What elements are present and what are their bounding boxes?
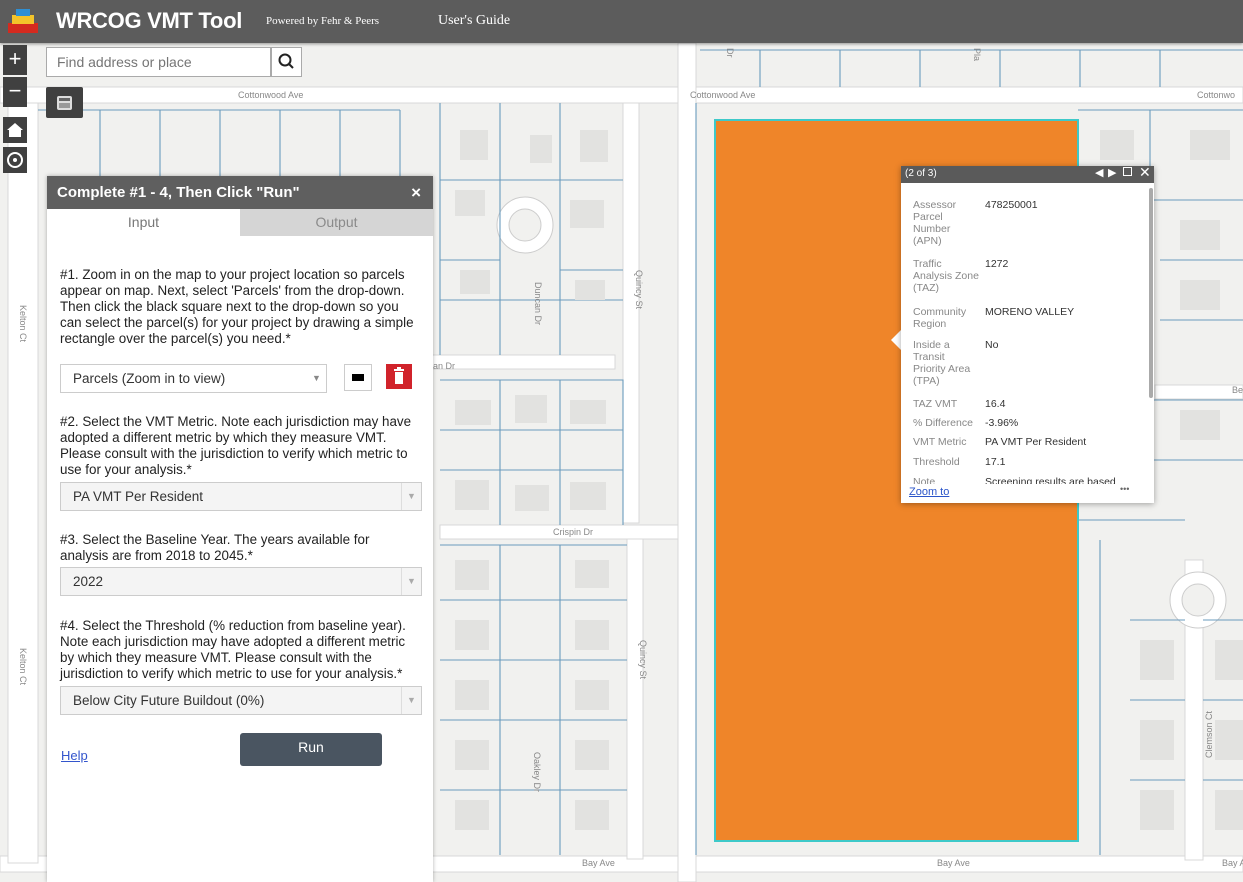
popup-field-value: MORENO VALLEY (985, 306, 1075, 318)
baseline-year-select[interactable]: 2022 ▼ (60, 567, 422, 596)
step1-text: #1. Zoom in on the map to your project l… (60, 267, 414, 346)
popup-count: (2 of 3) (905, 168, 937, 179)
layers-button[interactable] (46, 87, 83, 118)
locate-icon (7, 152, 23, 168)
street-label: Bay A (1222, 858, 1243, 868)
popup-field-label: % Difference (913, 417, 973, 429)
chevron-down-icon: ▼ (312, 373, 321, 383)
more-icon[interactable]: ••• (1120, 484, 1129, 494)
street-label: Quincy St (634, 270, 644, 310)
street-label: Kelton Ct (18, 648, 28, 686)
search-icon (278, 53, 294, 69)
feature-popup: (2 of 3) ◀ ▶ ✕ Assessor Parcel Number (A… (901, 164, 1154, 503)
search-input[interactable] (47, 48, 270, 76)
popup-field-label: Assessor Parcel Number (APN) (913, 199, 957, 247)
vmt-metric-select[interactable]: PA VMT Per Resident ▼ (60, 482, 422, 511)
street-label: Kelton Ct (18, 305, 28, 343)
powered-by-link[interactable]: Powered by Fehr & Peers (266, 15, 379, 27)
zoom-to-link[interactable]: Zoom to (909, 486, 949, 498)
users-guide-link[interactable]: User's Guide (438, 13, 510, 29)
app-title: WRCOG VMT Tool (56, 8, 243, 33)
panel-title: Complete #1 - 4, Then Click "Run" (57, 184, 300, 201)
popup-footer: Zoom to ••• (909, 484, 1149, 503)
chevron-down-icon: ▼ (401, 687, 421, 714)
baseline-year-value: 2022 (73, 574, 104, 589)
maximize-icon[interactable] (1123, 167, 1132, 176)
street-label: Oakley Dr (532, 752, 542, 792)
delete-button[interactable] (386, 364, 412, 389)
tab-output[interactable]: Output (240, 209, 433, 236)
zoom-out-button[interactable]: − (3, 77, 27, 107)
panel-tabs: Input Output (47, 209, 433, 236)
trash-icon (394, 367, 404, 384)
popup-field-value: -3.96% (985, 417, 1019, 429)
app-header: WRCOG VMT Tool Powered by Fehr & Peers U… (0, 0, 1243, 43)
zoom-in-button[interactable]: + (3, 45, 27, 75)
logo-icon (8, 9, 38, 33)
tab-input[interactable]: Input (47, 209, 240, 236)
street-label: Cottonwo (1197, 90, 1235, 100)
street-label: Dr (725, 48, 735, 58)
parcels-select[interactable]: Parcels (Zoom in to view) ▼ (60, 364, 327, 393)
popup-field-label: VMT Metric (913, 436, 967, 448)
parcels-select-value: Parcels (Zoom in to view) (73, 371, 226, 386)
vmt-panel: Complete #1 - 4, Then Click "Run" × Inpu… (47, 176, 433, 882)
popup-header: (2 of 3) ◀ ▶ ✕ (901, 164, 1154, 183)
close-icon[interactable]: × (411, 183, 421, 203)
street-label: Pla (972, 48, 982, 61)
search-button[interactable] (271, 47, 302, 77)
street-label: Cottonwood Ave (238, 90, 303, 100)
popup-field-label: TAZ VMT (913, 398, 958, 410)
help-link[interactable]: Help (61, 748, 88, 763)
threshold-value: Below City Future Buildout (0%) (73, 693, 265, 708)
home-icon (7, 123, 23, 137)
search-box (46, 47, 271, 77)
threshold-select[interactable]: Below City Future Buildout (0%) ▼ (60, 686, 422, 715)
step3-text: #3. Select the Baseline Year. The years … (60, 532, 370, 563)
popup-field-value: 17.1 (985, 456, 1006, 468)
home-button[interactable] (3, 117, 27, 143)
popup-pointer (891, 330, 901, 350)
popup-field-label: Inside a Transit Priority Area (TPA) (913, 339, 971, 387)
street-label: Crispin Dr (553, 527, 593, 537)
street-label: Duncan Dr (533, 282, 543, 325)
panel-header: Complete #1 - 4, Then Click "Run" × (47, 176, 433, 209)
draw-rectangle-button[interactable] (344, 364, 372, 391)
layers-icon (57, 96, 72, 110)
street-label: Bay Ave (937, 858, 970, 868)
street-label: Cottonwood Ave (690, 90, 755, 100)
step4-text: #4. Select the Threshold (% reduction fr… (60, 618, 406, 681)
step2-text: #2. Select the VMT Metric. Note each jur… (60, 414, 412, 477)
popup-scrollbar[interactable] (1149, 188, 1153, 398)
next-icon[interactable]: ▶ (1108, 166, 1116, 179)
popup-field-value: 478250001 (985, 199, 1038, 211)
chevron-down-icon: ▼ (401, 483, 421, 510)
popup-field-value: No (985, 339, 999, 351)
chevron-down-icon: ▼ (401, 568, 421, 595)
street-label: an Dr (433, 361, 455, 371)
popup-field-label: Traffic Analysis Zone (TAZ) (913, 258, 979, 294)
popup-field-value: 1272 (985, 258, 1009, 270)
street-label: Bay Ave (582, 858, 615, 868)
popup-field-value: PA VMT Per Resident (985, 436, 1087, 448)
locate-button[interactable] (3, 147, 27, 173)
street-label: Clemson Ct (1204, 710, 1214, 758)
street-label: Quincy St (638, 640, 648, 680)
popup-field-label: Community Region (913, 306, 967, 330)
street-label: Be (1232, 385, 1243, 395)
previous-icon[interactable]: ◀ (1095, 166, 1103, 179)
vmt-metric-value: PA VMT Per Resident (73, 489, 204, 504)
popup-field-label: Threshold (913, 456, 960, 468)
rectangle-icon (352, 374, 364, 381)
run-button[interactable]: Run (240, 733, 382, 766)
close-icon[interactable]: ✕ (1139, 164, 1151, 181)
popup-field-value: 16.4 (985, 398, 1006, 410)
